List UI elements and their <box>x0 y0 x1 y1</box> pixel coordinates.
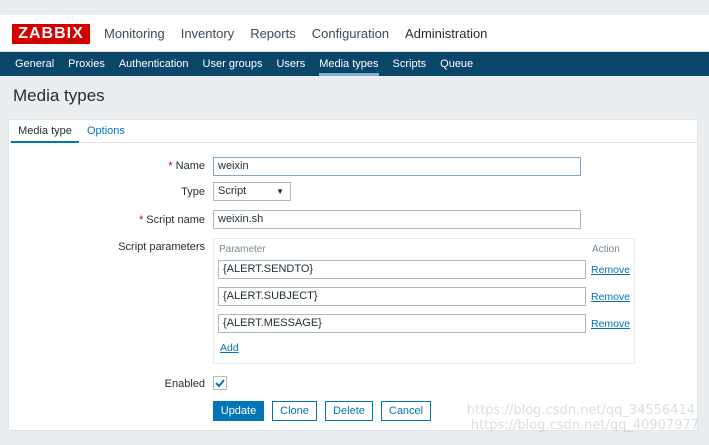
script-name-input[interactable]: weixin.sh <box>213 210 581 229</box>
top-header: ZABBIX Monitoring Inventory Reports Conf… <box>0 15 709 52</box>
zabbix-logo[interactable]: ZABBIX <box>12 24 90 44</box>
watermark-text: https://blog.csdn.net/qq_40907977 <box>470 418 699 433</box>
page-title: Media types <box>13 86 105 105</box>
subnav-queue[interactable]: Queue <box>433 52 480 76</box>
subnav-general[interactable]: General <box>8 52 61 76</box>
parameter-column-header: Parameter <box>219 244 266 255</box>
delete-button[interactable]: Delete <box>325 401 373 421</box>
script-parameters-label: Script parameters <box>118 241 205 253</box>
remove-link[interactable]: Remove <box>591 264 630 276</box>
menu-administration[interactable]: Administration <box>396 15 494 52</box>
subnav-users[interactable]: Users <box>269 52 312 76</box>
add-parameter-link[interactable]: Add <box>220 342 239 354</box>
subnav-scripts[interactable]: Scripts <box>386 52 434 76</box>
name-label: * Name <box>15 160 205 172</box>
tab-options[interactable]: Options <box>81 120 131 143</box>
enabled-checkbox[interactable] <box>213 376 227 390</box>
script-name-label: * Script name <box>15 214 205 226</box>
type-select-value: Script <box>218 185 247 197</box>
required-mark: * <box>138 214 144 226</box>
subnav-proxies[interactable]: Proxies <box>61 52 112 76</box>
sub-nav: General Proxies Authentication User grou… <box>0 52 709 76</box>
tab-media-type[interactable]: Media type <box>11 120 79 143</box>
name-input[interactable]: weixin <box>213 157 581 176</box>
subnav-media-types[interactable]: Media types <box>312 52 385 76</box>
name-label-text: Name <box>175 160 205 172</box>
script-parameters-table: Parameter Action {ALERT.SENDTO} Remove {… <box>213 238 635 364</box>
parameter-input[interactable]: {ALERT.MESSAGE} <box>218 314 586 333</box>
form-tabs: Media type Options <box>9 120 697 143</box>
media-type-form: Media type Options * Name weixin Type Sc… <box>8 119 698 431</box>
checkmark-icon <box>215 379 225 388</box>
remove-link[interactable]: Remove <box>591 291 630 303</box>
type-select[interactable]: Script ▼ <box>213 182 291 201</box>
top-menu: Monitoring Inventory Reports Configurati… <box>95 15 494 52</box>
clone-button[interactable]: Clone <box>272 401 317 421</box>
subnav-user-groups[interactable]: User groups <box>196 52 270 76</box>
parameter-input[interactable]: {ALERT.SENDTO} <box>218 260 586 279</box>
parameter-input[interactable]: {ALERT.SUBJECT} <box>218 287 586 306</box>
cancel-button[interactable]: Cancel <box>381 401 431 421</box>
remove-link[interactable]: Remove <box>591 318 630 330</box>
enabled-label: Enabled <box>164 378 205 390</box>
required-mark: * <box>168 160 173 172</box>
script-name-label-text: Script name <box>146 214 205 226</box>
watermark-text: https://blog.csdn.net/qq_34556414 <box>466 403 695 418</box>
dropdown-arrow-icon: ▼ <box>276 187 284 196</box>
menu-monitoring[interactable]: Monitoring <box>95 15 172 52</box>
action-column-header: Action <box>592 244 620 255</box>
type-label: Type <box>181 186 205 198</box>
subnav-authentication[interactable]: Authentication <box>112 52 196 76</box>
menu-configuration[interactable]: Configuration <box>303 15 396 52</box>
menu-reports[interactable]: Reports <box>241 15 303 52</box>
menu-inventory[interactable]: Inventory <box>172 15 241 52</box>
update-button[interactable]: Update <box>213 401 264 421</box>
